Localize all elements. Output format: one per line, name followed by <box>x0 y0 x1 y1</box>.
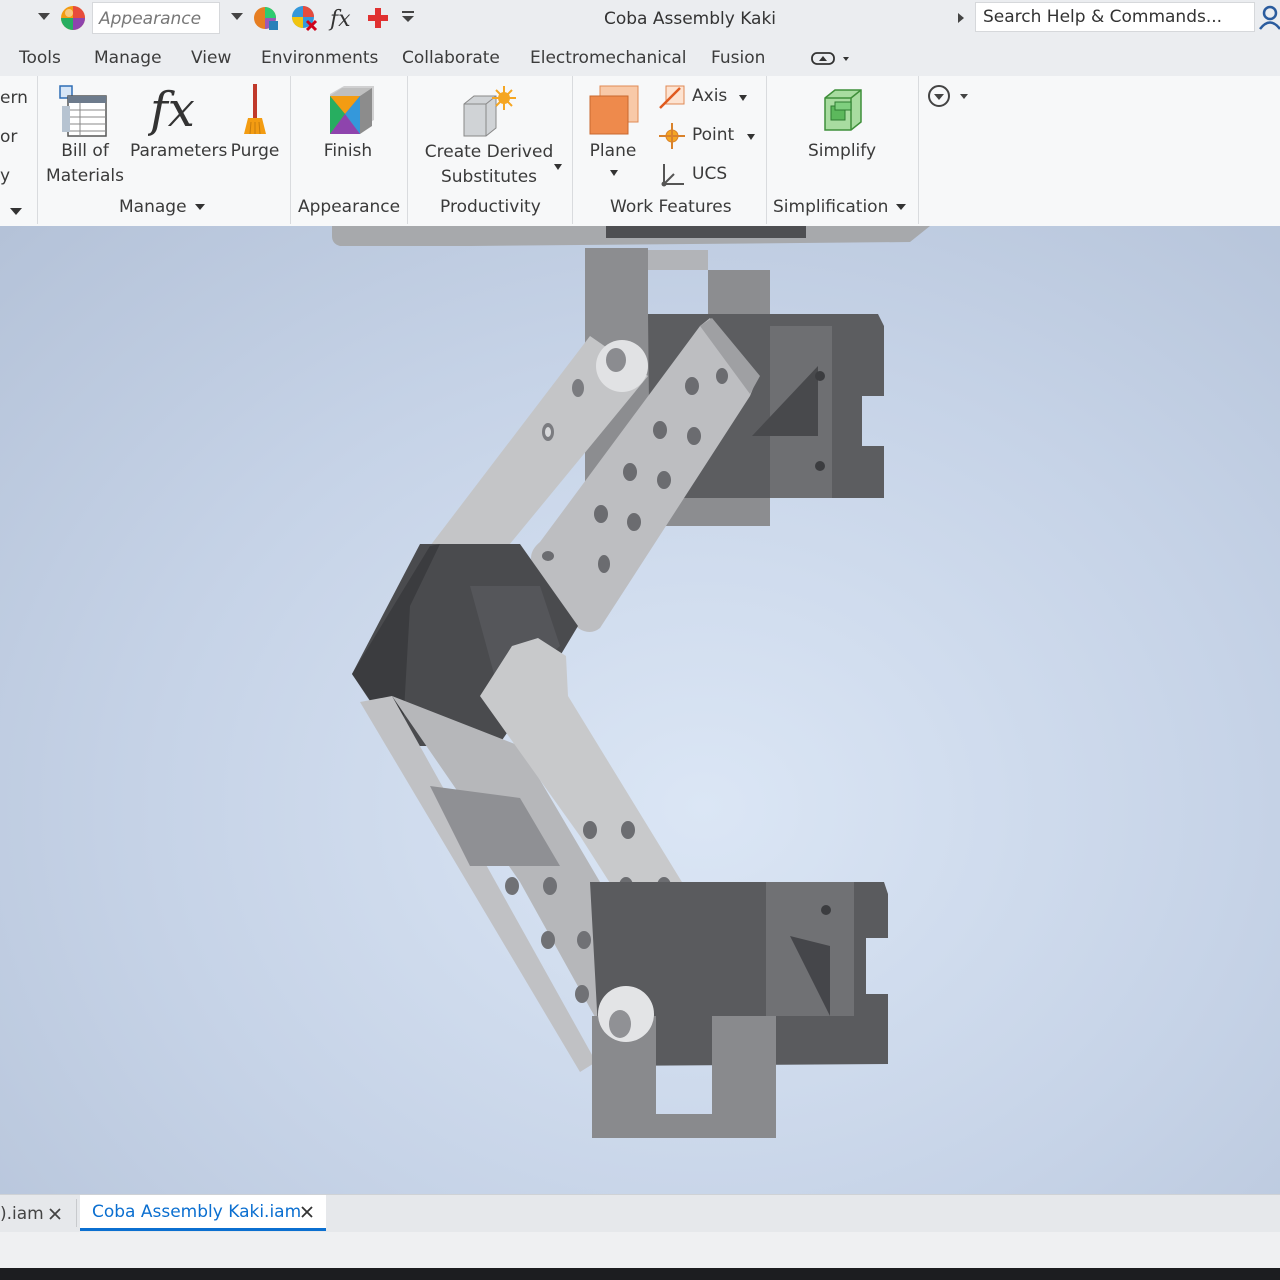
user-icon[interactable] <box>1258 4 1280 30</box>
appearance-value: Appearance <box>99 9 202 29</box>
bill-of-materials-button[interactable]: Bill of Materials <box>42 78 128 190</box>
tab-manage[interactable]: Manage <box>94 48 162 68</box>
ribbon-overflow-icon[interactable] <box>926 84 970 110</box>
axis-icon <box>659 85 685 109</box>
close-icon[interactable] <box>48 1207 62 1221</box>
ucs-label: UCS <box>692 164 728 184</box>
parameters-button[interactable]: fx Parameters <box>130 78 228 190</box>
plane-label: Plane <box>589 141 637 161</box>
customize-toolbar-icon[interactable] <box>400 9 416 25</box>
document-tab-label: Coba Assembly Kaki.iam <box>92 1202 302 1222</box>
axis-button[interactable]: Axis <box>656 82 756 112</box>
svg-text:fx: fx <box>148 82 195 138</box>
document-tab-label: ).iam <box>0 1204 44 1224</box>
simplify-label: Simplify <box>807 141 877 161</box>
appearance-panel-title: Appearance <box>298 197 401 217</box>
manage-panel-title[interactable]: Manage <box>119 197 205 217</box>
tab-tools[interactable]: Tools <box>19 48 61 68</box>
document-tab-inactive[interactable]: ).iam <box>0 1195 74 1231</box>
derived-substitute-icon <box>463 86 516 137</box>
clear-appearance-icon[interactable] <box>290 4 318 32</box>
work-features-panel-title: Work Features <box>610 197 732 217</box>
purge-button[interactable]: Purge <box>226 78 284 190</box>
ribbon: ern or y Bill of Materials fx Parameters <box>0 76 1280 227</box>
plane-button[interactable]: Plane <box>580 78 646 190</box>
broom-icon <box>244 84 266 135</box>
status-bar <box>0 1232 1280 1268</box>
clipped-label-2[interactable]: or <box>0 125 17 150</box>
manage-panel-title-text: Manage <box>119 197 187 217</box>
add-icon[interactable] <box>366 6 390 30</box>
create-derived-label-line2: Substitutes <box>440 167 538 187</box>
simplification-panel-dropdown-icon <box>896 204 907 210</box>
simplify-icon <box>824 89 862 131</box>
graphics-viewport[interactable] <box>0 226 1280 1194</box>
point-icon <box>659 123 685 149</box>
plane-dropdown-icon <box>610 170 618 176</box>
manage-panel-dropdown-icon <box>194 204 205 210</box>
appearance-sphere-icon[interactable] <box>59 4 87 32</box>
plane-icon <box>589 85 639 135</box>
tab-environments[interactable]: Environments <box>261 48 378 68</box>
simplification-panel-title-text: Simplification <box>773 197 889 217</box>
create-derived-dropdown-icon <box>554 164 562 170</box>
axis-label: Axis <box>692 86 728 106</box>
bill-of-materials-label-line2: Materials <box>46 166 124 186</box>
ribbon-display-options-icon[interactable] <box>810 52 854 66</box>
finish-button[interactable]: Finish <box>300 78 396 190</box>
create-derived-label-line1: Create Derived <box>424 142 554 162</box>
point-button[interactable]: Point <box>656 121 760 151</box>
simplify-button[interactable]: Simplify <box>790 78 894 190</box>
document-tab-active[interactable]: Coba Assembly Kaki.iam <box>80 1195 326 1231</box>
point-label: Point <box>692 125 735 145</box>
title-bar: Appearance fx Coba Assembly Kaki Search … <box>0 0 1280 38</box>
ucs-icon <box>661 164 684 187</box>
axis-dropdown-icon <box>739 95 747 101</box>
tab-view[interactable]: View <box>191 48 231 68</box>
bill-of-materials-icon <box>59 85 107 137</box>
svg-text:fx: fx <box>328 7 351 32</box>
appearance-dropdown-icon[interactable] <box>231 13 243 20</box>
bill-of-materials-label-line1: Bill of <box>61 141 109 161</box>
search-input[interactable]: Search Help & Commands... <box>975 2 1255 32</box>
simplification-panel-title[interactable]: Simplification <box>773 197 907 217</box>
quick-access-dropdown-icon[interactable] <box>38 13 50 20</box>
panel-dropdown-icon[interactable] <box>9 206 23 216</box>
color-override-icon[interactable] <box>252 4 280 32</box>
parameters-fx-icon: fx <box>148 82 195 138</box>
tab-fusion[interactable]: Fusion <box>711 48 765 68</box>
parameters-label: Parameters <box>130 141 228 161</box>
window-title: Coba Assembly Kaki <box>603 9 777 29</box>
productivity-panel-title: Productivity <box>440 197 541 217</box>
chevron-right-icon[interactable] <box>956 12 966 24</box>
screen-bottom-edge <box>0 1268 1280 1280</box>
create-derived-substitutes-button[interactable]: Create Derived Substitutes <box>416 78 566 190</box>
appearance-selector[interactable]: Appearance <box>92 2 220 34</box>
robot-leg-assembly-model[interactable] <box>0 226 1280 1194</box>
point-dropdown-icon <box>747 134 755 140</box>
finish-label: Finish <box>323 141 373 161</box>
finish-cube-icon <box>330 86 374 134</box>
ribbon-tabs: Tools Manage View Environments Collabora… <box>0 38 1280 76</box>
tab-electromechanical[interactable]: Electromechanical <box>530 48 687 68</box>
purge-label: Purge <box>230 141 280 161</box>
clipped-label-3[interactable]: y <box>0 164 10 189</box>
fx-icon[interactable]: fx <box>328 4 356 32</box>
close-icon[interactable] <box>300 1205 314 1219</box>
tab-collaborate[interactable]: Collaborate <box>402 48 500 68</box>
clipped-label-1[interactable]: ern <box>0 86 28 111</box>
ucs-button[interactable]: UCS <box>656 160 746 190</box>
document-tab-bar: ).iam Coba Assembly Kaki.iam <box>0 1194 1280 1233</box>
search-placeholder: Search Help & Commands... <box>983 7 1223 27</box>
